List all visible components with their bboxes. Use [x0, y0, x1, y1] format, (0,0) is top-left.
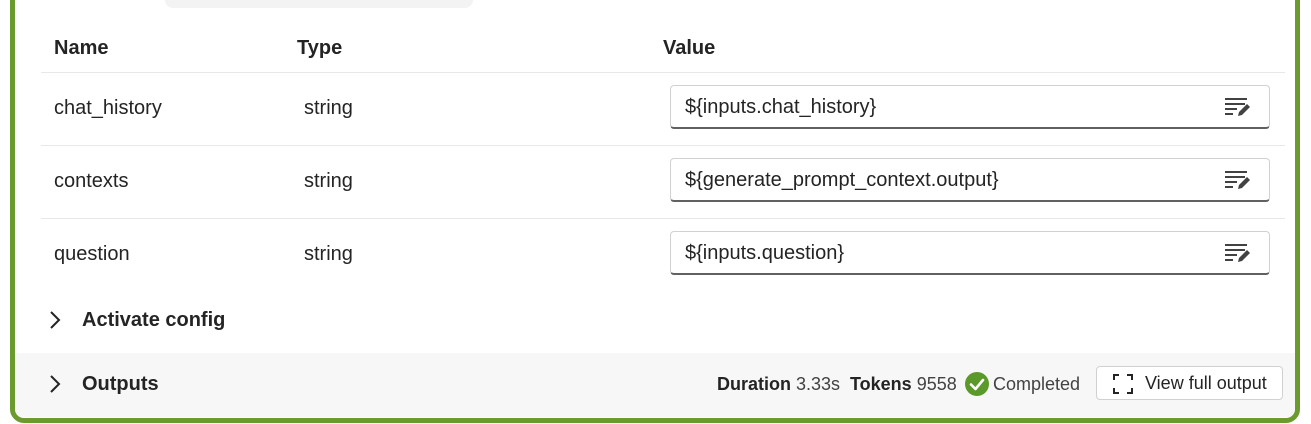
column-header-name: Name: [54, 37, 109, 59]
tokens-stat: Tokens 9558: [850, 374, 957, 395]
node-card: Name Type Value chat_history string ${in…: [10, 0, 1300, 423]
duration-label: Duration: [717, 374, 791, 394]
input-name: question: [54, 243, 130, 265]
card-top-tab: [165, 0, 473, 8]
table-row: question string ${inputs.question}: [41, 219, 1285, 292]
column-header-type: Type: [297, 37, 343, 59]
input-name: contexts: [54, 170, 129, 192]
edit-text-icon[interactable]: [1223, 96, 1251, 118]
input-type: string: [304, 170, 353, 192]
input-value-field[interactable]: ${inputs.chat_history}: [670, 85, 1270, 129]
view-full-output-button[interactable]: View full output: [1096, 366, 1283, 400]
view-full-output-label: View full output: [1145, 373, 1267, 393]
input-value-field[interactable]: ${generate_prompt_context.output}: [670, 158, 1270, 202]
edit-text-icon[interactable]: [1223, 169, 1251, 191]
edit-text-icon[interactable]: [1223, 242, 1251, 264]
outputs-title[interactable]: Outputs: [82, 373, 159, 396]
check-circle-icon: [965, 372, 989, 396]
input-type: string: [304, 97, 353, 119]
tokens-value: 9558: [916, 374, 957, 394]
input-value-text: ${generate_prompt_context.output}: [685, 169, 999, 191]
input-value-text: ${inputs.question}: [685, 242, 845, 264]
outputs-section: Outputs Duration 3.33s Tokens 9558 Compl…: [15, 353, 1295, 417]
chevron-right-icon[interactable]: [45, 309, 65, 331]
input-value-field[interactable]: ${inputs.question}: [670, 231, 1270, 275]
table-row: chat_history string ${inputs.chat_histor…: [41, 73, 1285, 146]
input-type: string: [304, 243, 353, 265]
duration-value: 3.33s: [796, 374, 841, 394]
input-value-text: ${inputs.chat_history}: [685, 96, 877, 118]
column-header-value: Value: [663, 37, 716, 59]
input-name: chat_history: [54, 97, 162, 119]
activate-config-title[interactable]: Activate config: [82, 309, 225, 332]
table-header-row: Name Type Value: [41, 25, 1285, 73]
status-text: Completed: [993, 374, 1081, 394]
expand-icon: [1113, 374, 1133, 394]
tokens-label: Tokens: [850, 374, 912, 394]
duration-stat: Duration 3.33s: [717, 374, 840, 395]
chevron-right-icon[interactable]: [45, 373, 65, 395]
table-row: contexts string ${generate_prompt_contex…: [41, 146, 1285, 219]
activate-config-section[interactable]: Activate config: [15, 289, 1295, 353]
inputs-table: Name Type Value chat_history string ${in…: [41, 25, 1285, 292]
